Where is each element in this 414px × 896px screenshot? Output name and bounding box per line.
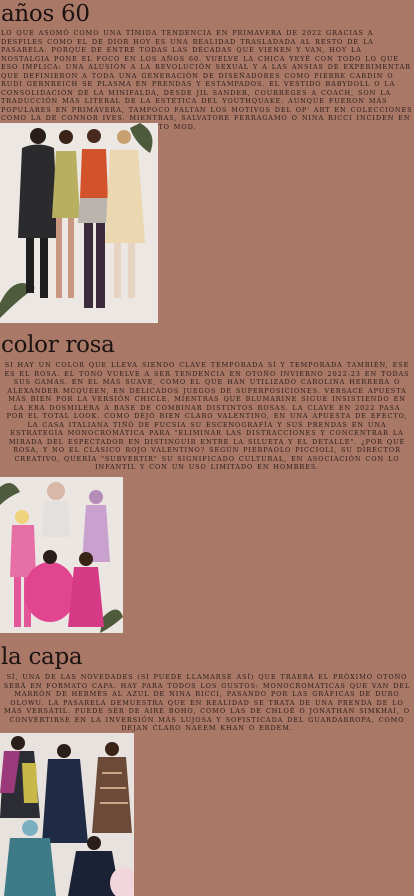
section-title: años 60 xyxy=(1,1,90,27)
section-title: la capa xyxy=(1,644,83,670)
section-body: Lo que asomó como una tímida tendencia e… xyxy=(1,29,413,131)
anos-60-runway-collage xyxy=(0,123,158,323)
section-body: Sí, una de las novedades (si puede llama… xyxy=(3,673,411,732)
section-title: color rosa xyxy=(1,332,115,358)
section-la-capa: la capa Sí, una de las novedades (si pue… xyxy=(0,645,414,733)
section-color-rosa: color rosa Si hay un color que lleva sie… xyxy=(0,333,414,472)
la-capa-runway-collage xyxy=(0,733,134,896)
color-rosa-runway-collage xyxy=(0,477,123,633)
section-anos-60: años 60 Lo que asomó como una tímida ten… xyxy=(0,0,414,131)
section-body: Si hay un color que lleva siendo clave t… xyxy=(4,361,410,471)
